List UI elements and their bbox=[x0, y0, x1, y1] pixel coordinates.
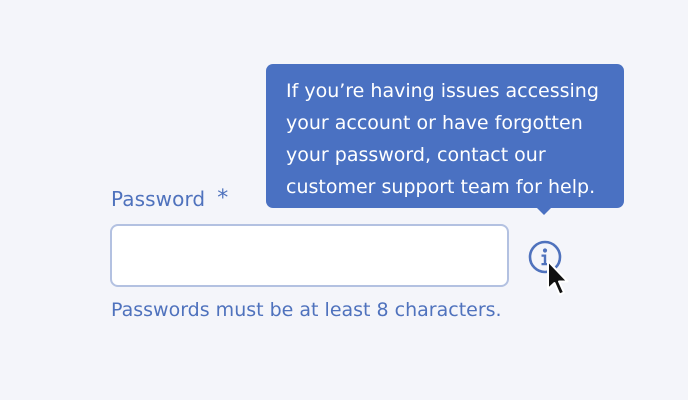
info-icon bbox=[528, 240, 562, 274]
help-text: Passwords must be at least 8 characters. bbox=[111, 299, 502, 321]
tooltip-line: If you’re having issues accessing bbox=[286, 80, 599, 102]
tooltip-line: customer support team for help. bbox=[286, 176, 596, 198]
info-button[interactable] bbox=[528, 240, 562, 274]
tooltip-pointer bbox=[536, 207, 552, 215]
password-label-text: Password bbox=[111, 187, 206, 211]
tooltip-line: your password, contact our bbox=[286, 144, 546, 166]
tooltip-line: your account or have forgotten bbox=[286, 112, 583, 134]
tooltip: If you’re having issues accessing your a… bbox=[266, 64, 624, 208]
password-input[interactable] bbox=[110, 224, 509, 287]
required-indicator: * bbox=[217, 186, 229, 211]
password-label: Password * bbox=[111, 187, 228, 211]
